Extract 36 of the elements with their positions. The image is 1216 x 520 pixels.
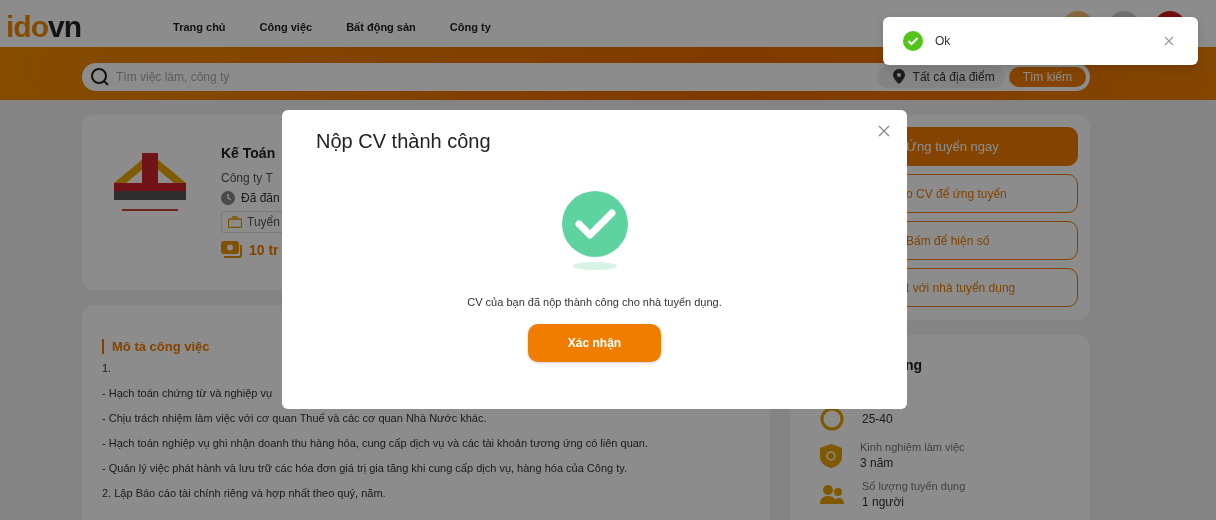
description-line: 1. <box>102 361 113 376</box>
salary-text: 10 tr <box>249 242 279 258</box>
nav-link[interactable]: Bất động sản <box>346 20 416 33</box>
nav-link[interactable]: Công ty <box>449 20 491 33</box>
location-label: Tất cả địa điểm <box>912 69 995 84</box>
description-line: - Hạch toán chứng từ và nghiệp vụ <box>102 386 274 401</box>
confirm-button[interactable]: Xác nhận <box>528 324 661 362</box>
check-icon <box>903 31 923 51</box>
dialog-title: Nộp CV thành công <box>316 130 491 153</box>
description-line: 2. Lập Báo cáo tài chính riêng và hợp nhất theo quý, năm. <box>102 486 387 501</box>
info-value: 3 năm <box>860 456 895 470</box>
info-label: Số lượng tuyển dụng <box>862 480 966 492</box>
info-value: 1 người <box>862 495 905 509</box>
description-line: - Hạch toán nghiệp vụ ghi nhận doanh thu hàng hóa, cung cấp dịch vụ và các tài khoản tương ứng có liên quan. <box>102 436 650 451</box>
shield-icon <box>820 443 842 468</box>
posted-date: Đã đăn <box>241 191 280 205</box>
search-icon <box>90 66 110 87</box>
description-line: - Quản lý việc phát hành và lưu trữ các hóa đơn giá trị gia tăng khi cung cấp dịch vụ, hàng hóa của Công ty. <box>102 461 628 476</box>
location-selector[interactable]: Tất cả địa điểm <box>876 65 1005 88</box>
info-label: Kinh nghiệm làm việc <box>860 441 965 453</box>
location-pin-icon <box>892 69 905 84</box>
info-value: 25-40 <box>862 412 893 426</box>
close-icon[interactable] <box>1164 36 1174 46</box>
job-type-label: Tuyển <box>247 215 280 229</box>
job-title: Kế Toán <box>221 145 277 161</box>
close-icon[interactable] <box>878 125 890 137</box>
clock-icon <box>221 191 235 205</box>
toast-message: Ok <box>935 34 951 48</box>
people-icon <box>820 483 844 506</box>
money-icon <box>221 241 243 259</box>
briefcase-icon <box>228 216 242 228</box>
description-line: - Chịu trách nhiệm làm việc với cơ quan Thuế và các cơ quan Nhà Nước khác. <box>102 411 488 426</box>
nav-link[interactable]: Trang chủ <box>173 20 226 33</box>
nav-link[interactable]: Công việc <box>259 20 313 33</box>
dialog-message: CV của bạn đã nộp thành công cho nhà tuyển dụng. <box>467 296 722 308</box>
site-logo[interactable]: idovn <box>6 9 81 44</box>
